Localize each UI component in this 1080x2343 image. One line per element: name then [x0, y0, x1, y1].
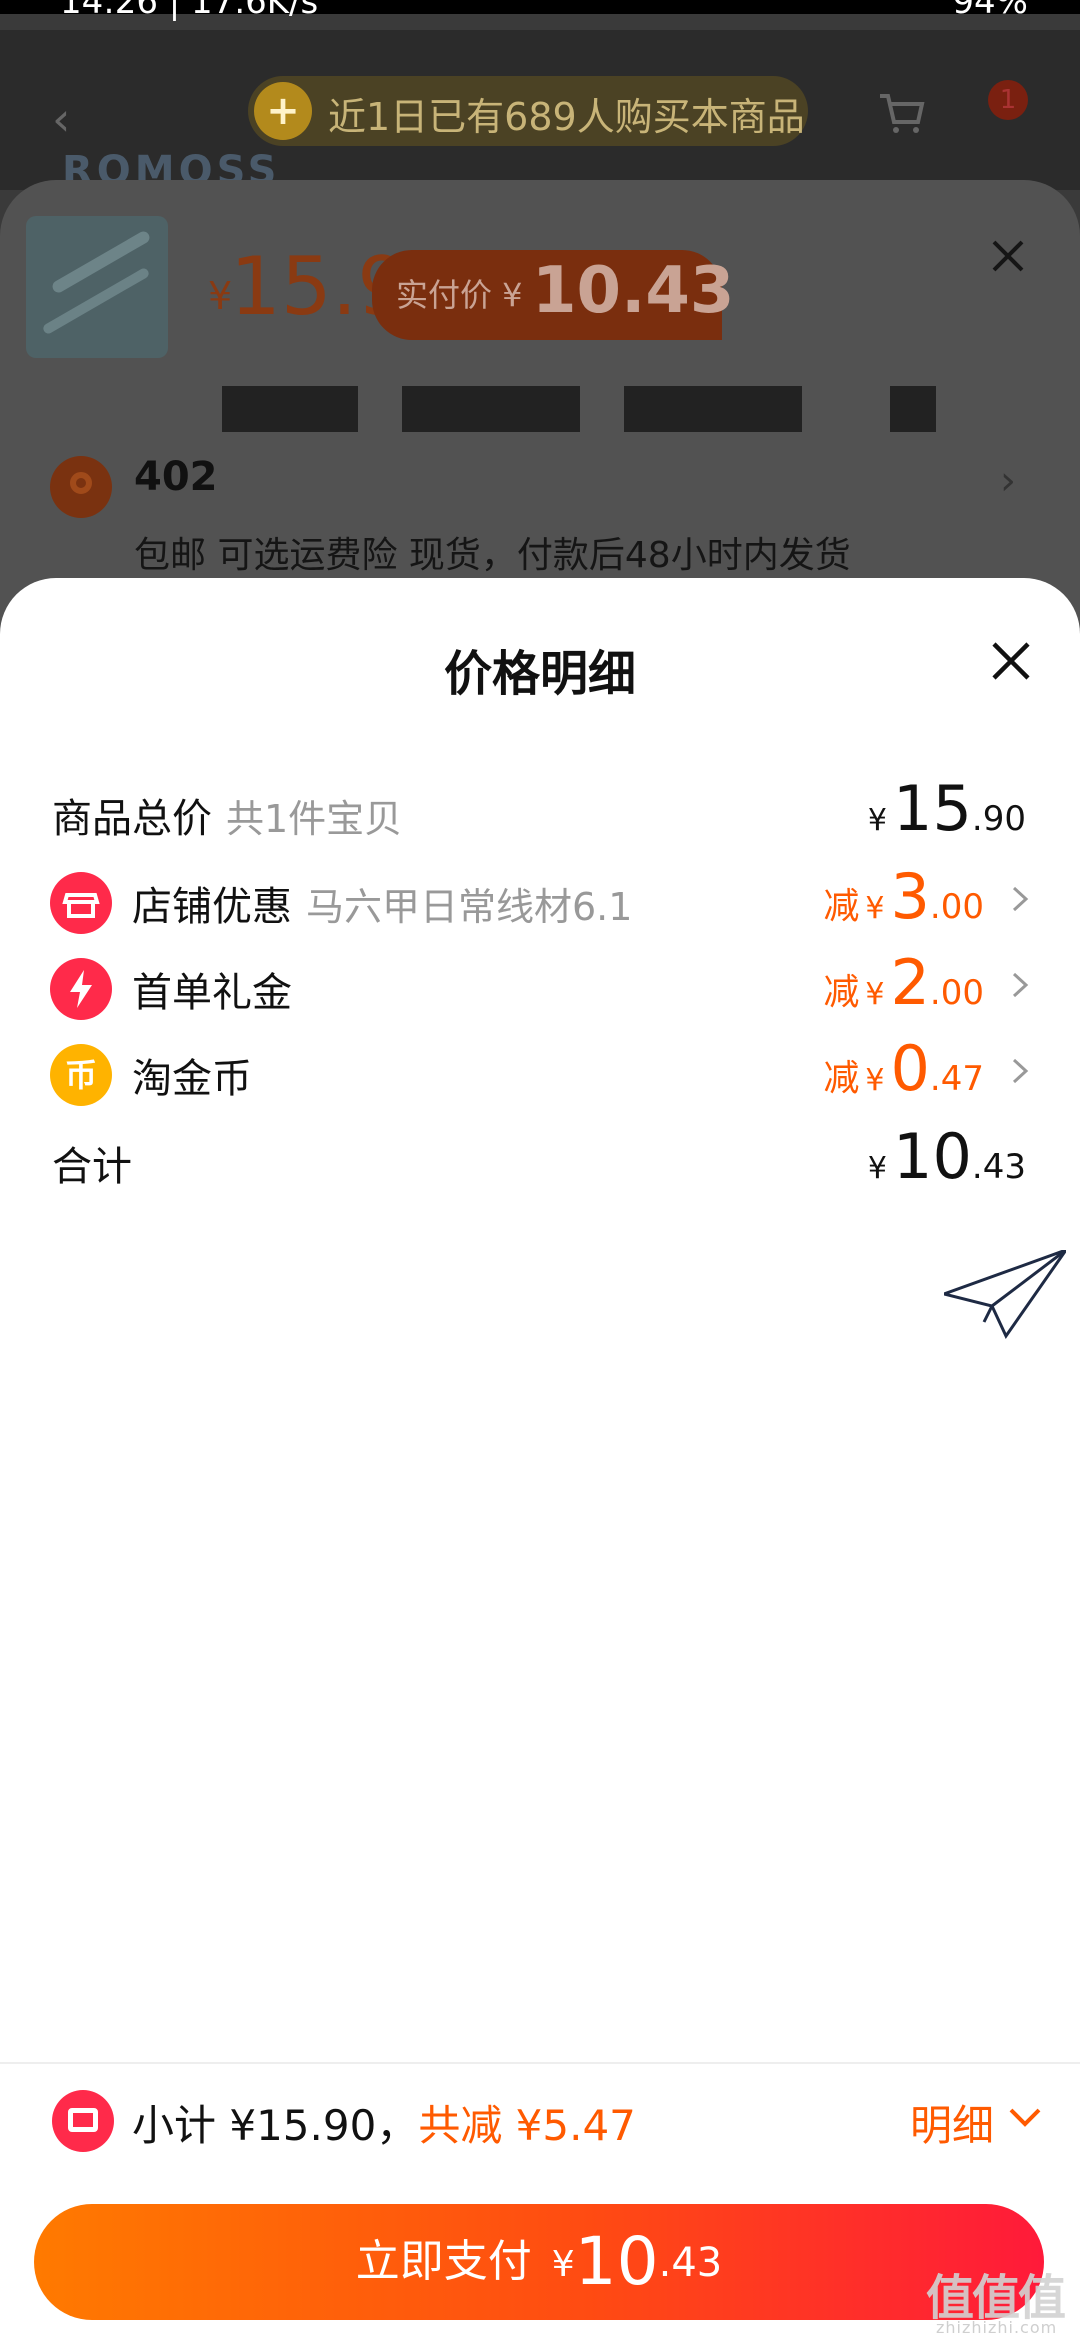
price-symbol: ¥ — [208, 274, 233, 318]
row-sub: 共1件宝贝 — [226, 797, 403, 841]
lightning-icon — [50, 958, 112, 1020]
real-price-value: 10.43 — [532, 254, 735, 328]
chevron-right-icon — [1012, 886, 1029, 912]
shop-icon — [50, 872, 112, 934]
discount-value: 减 ¥3.00 — [823, 860, 984, 933]
real-price-tag: 实付价 ¥ 10.43 — [372, 250, 734, 340]
row-taojinbi[interactable]: 币 淘金币 减 ¥0.47 — [0, 1032, 1080, 1112]
address-text: 402 — [134, 454, 218, 500]
redacted-block — [402, 386, 580, 432]
discount-value: 减 ¥0.47 — [823, 1032, 984, 1105]
amount-value: ¥15.90 — [867, 772, 1026, 845]
redacted-block — [222, 386, 358, 432]
status-time: 14:26 | 17.6K/s — [60, 0, 319, 22]
discount-value: 减 ¥2.00 — [823, 946, 984, 1019]
redacted-block — [890, 386, 936, 432]
close-icon[interactable] — [988, 638, 1034, 684]
pay-now-button[interactable]: 立即支付 ¥10.43 — [34, 2204, 1044, 2320]
row-label: 店铺优惠 马六甲日常线材6.1 — [132, 884, 633, 930]
row-label: 合计 — [52, 1144, 132, 1190]
detail-toggle-label[interactable]: 明细 — [910, 2092, 994, 2153]
coin-icon: 币 — [50, 1044, 112, 1106]
row-label: 商品总价 共1件宝贝 — [52, 796, 403, 842]
watermark-url: zhizhizhi.com — [936, 2318, 1058, 2337]
row-sum: 合计 ¥10.43 — [0, 1120, 1080, 1200]
chevron-down-icon[interactable] — [1008, 2106, 1042, 2130]
row-sub: 马六甲日常线材6.1 — [306, 885, 633, 929]
purchase-notice: + 近1日已有689人购买本商品 — [248, 76, 808, 146]
purchase-notice-text: 近1日已有689人购买本商品 — [328, 95, 805, 139]
modal-title: 价格明细 — [443, 646, 636, 702]
coupon-icon — [52, 2090, 114, 2152]
row-shop-discount[interactable]: 店铺优惠 马六甲日常线材6.1 减 ¥3.00 — [0, 860, 1080, 940]
chevron-right-icon — [1012, 1058, 1029, 1084]
subtotal-summary: 小计 ¥15.90，共减 ¥5.47 — [132, 2101, 636, 2150]
row-label: 淘金币 — [132, 1056, 252, 1102]
row-label: 首单礼金 — [132, 970, 292, 1016]
bag-icon: + — [254, 82, 312, 140]
chevron-right-icon: › — [1000, 458, 1016, 504]
location-icon — [50, 456, 112, 518]
chevron-right-icon — [1012, 972, 1029, 998]
paper-plane-icon — [944, 1250, 1066, 1339]
close-icon[interactable] — [988, 236, 1028, 276]
battery-level: 94% — [952, 0, 1028, 22]
total-reduction: 共减 ¥5.47 — [418, 2101, 636, 2150]
redacted-block — [624, 386, 802, 432]
row-total-price: 商品总价 共1件宝贝 ¥15.90 — [0, 772, 1080, 852]
row-first-order-gift[interactable]: 首单礼金 减 ¥2.00 — [0, 946, 1080, 1026]
product-thumbnail — [26, 216, 168, 358]
status-bar: 14:26 | 17.6K/s 94% — [0, 0, 1080, 22]
cart-badge: 1 — [988, 80, 1028, 120]
cart-icon — [880, 94, 925, 133]
shipping-info: 包邮 可选运费险 现货，付款后48小时内发货 — [134, 535, 851, 576]
back-arrow-icon: ‹ — [52, 92, 71, 146]
sum-value: ¥10.43 — [867, 1120, 1026, 1193]
real-price-label: 实付价 ¥ — [396, 276, 523, 314]
